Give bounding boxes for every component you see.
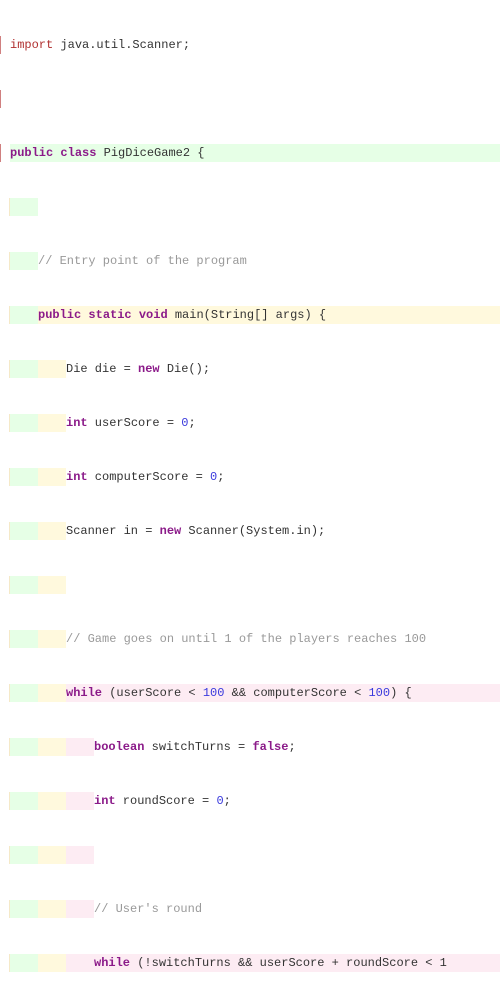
code-line[interactable]: Scanner in = new Scanner(System.in); <box>0 522 500 540</box>
code-line[interactable]: import java.util.Scanner; <box>0 36 500 54</box>
gutter <box>0 36 10 54</box>
comment: // User's round <box>94 902 202 916</box>
code-line[interactable] <box>0 198 500 216</box>
code-line[interactable]: // User's round <box>0 900 500 918</box>
code-line[interactable] <box>0 576 500 594</box>
code-line[interactable]: int roundScore = 0; <box>0 792 500 810</box>
code-line[interactable]: boolean switchTurns = false; <box>0 738 500 756</box>
code-line[interactable]: // Game goes on until 1 of the players r… <box>0 630 500 648</box>
code-line[interactable] <box>0 90 500 108</box>
keyword-public: public <box>10 146 53 160</box>
code-line[interactable]: Die die = new Die(); <box>0 360 500 378</box>
code-line[interactable]: // Entry point of the program <box>0 252 500 270</box>
code-line[interactable]: public static void main(String[] args) { <box>0 306 500 324</box>
code-editor[interactable]: import java.util.Scanner; public class P… <box>0 0 500 1000</box>
code-line[interactable]: int computerScore = 0; <box>0 468 500 486</box>
code-line[interactable]: int userScore = 0; <box>0 414 500 432</box>
code-line[interactable] <box>0 846 500 864</box>
keyword-class: class <box>60 146 96 160</box>
code-line[interactable]: public class PigDiceGame2 { <box>0 144 500 162</box>
comment: // Entry point of the program <box>38 254 247 268</box>
code-line[interactable]: while (userScore < 100 && computerScore … <box>0 684 500 702</box>
code-line[interactable]: while (!switchTurns && userScore + round… <box>0 954 500 972</box>
comment: // Game goes on until 1 of the players r… <box>66 632 426 646</box>
keyword-import: import <box>10 38 53 52</box>
